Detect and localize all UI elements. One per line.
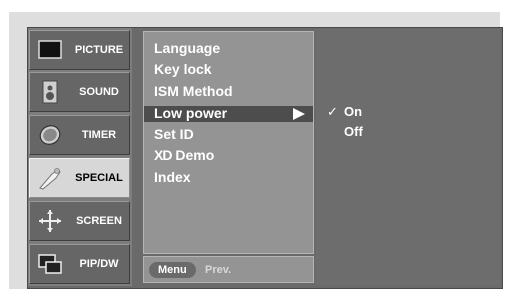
sidebar-item-label: SPECIAL	[75, 172, 123, 184]
menu-button[interactable]: Menu	[149, 262, 196, 278]
screen-move-icon	[37, 209, 63, 233]
option-off[interactable]: Off	[344, 124, 363, 139]
xd-logo: XD	[154, 147, 172, 163]
option-panel: ✓ On Off	[316, 29, 500, 285]
menu-item-set-id[interactable]: Set ID	[154, 126, 194, 142]
menu-item-key-lock[interactable]: Key lock	[154, 61, 212, 77]
menu-item-ism-method[interactable]: ISM Method	[154, 83, 233, 99]
menu-item-index[interactable]: Index	[154, 169, 191, 185]
sidebar-item-label: SCREEN	[76, 215, 122, 227]
speaker-icon	[37, 80, 63, 104]
timer-icon	[37, 123, 63, 147]
menu-item-xd-demo[interactable]: XD Demo	[154, 147, 214, 163]
check-icon: ✓	[327, 104, 338, 119]
special-icon	[37, 166, 63, 190]
sidebar-item-label: PICTURE	[74, 44, 124, 56]
menu-item-language[interactable]: Language	[154, 40, 220, 56]
option-on[interactable]: On	[344, 104, 362, 119]
pip-icon	[37, 252, 63, 276]
menu-item-label: Demo	[175, 147, 215, 163]
picture-icon	[37, 38, 63, 62]
sidebar-item-pip[interactable]: PIP/DW	[29, 244, 130, 284]
menu-item-low-power[interactable]: Low power	[154, 105, 227, 121]
sidebar-item-label: SOUND	[79, 86, 119, 98]
sidebar-item-screen[interactable]: SCREEN	[29, 201, 130, 241]
sidebar-item-picture[interactable]: PICTURE	[29, 30, 130, 70]
special-menu-list: Language Key lock ISM Method Low power S…	[143, 31, 314, 254]
sidebar: PICTURE SOUND TIMER SPECIAL SCREEN PIP/D…	[28, 28, 132, 286]
prev-label: Prev.	[205, 264, 232, 276]
arrow-right-icon	[293, 108, 305, 120]
sidebar-item-label: PIP/DW	[79, 258, 119, 270]
sidebar-item-timer[interactable]: TIMER	[29, 115, 130, 155]
sidebar-item-sound[interactable]: SOUND	[29, 72, 130, 112]
sidebar-item-special[interactable]: SPECIAL	[29, 158, 130, 198]
sidebar-item-label: TIMER	[81, 129, 117, 141]
footer-bar: Menu Prev.	[143, 256, 314, 283]
